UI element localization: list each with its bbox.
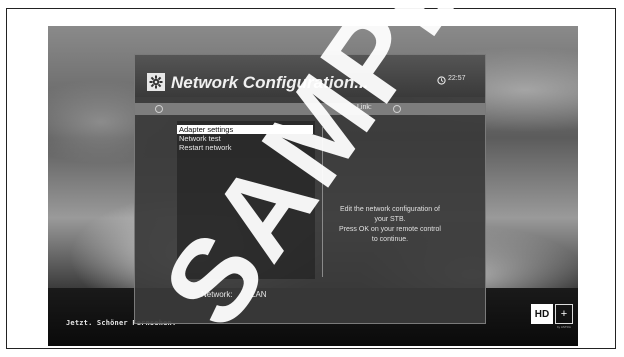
pane-divider	[322, 127, 323, 277]
page-title: Network Configuration...	[171, 73, 369, 92]
help-line: to continue.	[371, 236, 409, 243]
menu-item-adapter-settings[interactable]: Adapter settings	[177, 125, 313, 134]
help-line: Press OK on your remote control	[339, 226, 441, 233]
hd-logo-box: HD	[531, 304, 553, 324]
gear-icon	[147, 73, 165, 91]
help-line: Edit the network configuration of	[339, 206, 440, 213]
menu-list: Adapter settings Network test Restart ne…	[177, 121, 315, 279]
hd-logo-subtext: by ASTRA	[557, 325, 571, 329]
clock-icon	[437, 76, 446, 85]
network-config-panel: Network Configuration... 22:57 Link: Ada…	[134, 54, 486, 324]
tv-screen: Jetzt. Schöner Fernsehen. HD + by ASTRA	[48, 26, 578, 346]
menu-item-network-test[interactable]: Network test	[177, 134, 313, 143]
radio-icon	[155, 105, 163, 113]
panel-header: Network Configuration... 22:57	[135, 55, 485, 97]
help-description: Edit the network configuration of your S…	[323, 205, 457, 245]
network-label: Network:	[201, 290, 233, 299]
hd-plus-logo: HD + by ASTRA	[531, 304, 577, 329]
link-status-icon	[393, 105, 401, 113]
hd-plus-box: +	[555, 304, 573, 324]
link-status-bar: Link:	[135, 103, 485, 115]
clock-time: 22:57	[448, 75, 466, 82]
menu-item-restart-network[interactable]: Restart network	[177, 143, 313, 152]
link-label: Link:	[357, 104, 372, 111]
help-line: your STB.	[374, 216, 406, 223]
network-value: LAN	[251, 290, 267, 299]
